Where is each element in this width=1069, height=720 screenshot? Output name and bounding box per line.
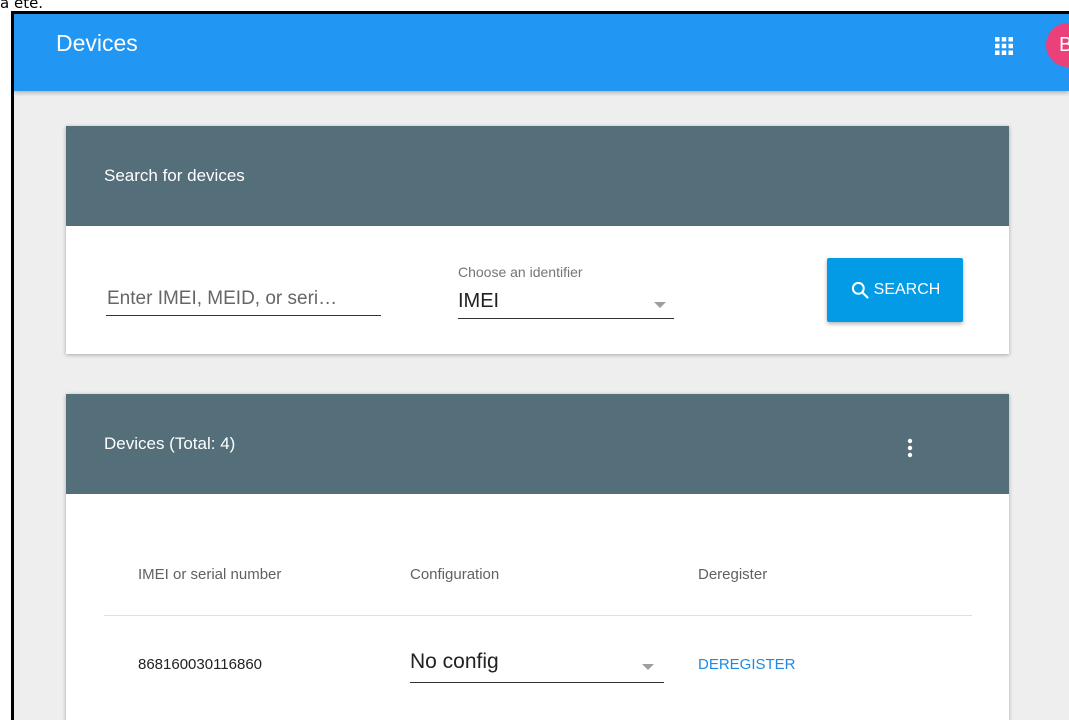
identifier-select-label: Choose an identifier bbox=[458, 264, 583, 280]
more-vert-icon[interactable] bbox=[898, 436, 922, 460]
configuration-select-value: No config bbox=[410, 650, 499, 673]
column-header-imei: IMEI or serial number bbox=[138, 566, 282, 583]
devices-card: Devices (Total: 4) IMEI or serial number… bbox=[66, 394, 1009, 720]
search-button[interactable]: SEARCH bbox=[827, 258, 963, 322]
search-card: Search for devices Choose an identifier … bbox=[66, 126, 1009, 354]
column-header-configuration: Configuration bbox=[410, 566, 500, 583]
devices-card-header: Devices (Total: 4) bbox=[66, 394, 1009, 494]
configuration-select[interactable]: No config bbox=[410, 644, 664, 683]
device-imei: 868160030116860 bbox=[138, 656, 263, 673]
user-avatar[interactable]: B bbox=[1046, 23, 1069, 67]
app-window: Devices B Search for devices Choose an i… bbox=[11, 11, 1069, 720]
devices-card-title: Devices (Total: 4) bbox=[104, 434, 236, 453]
identifier-select-value: IMEI bbox=[458, 290, 500, 312]
search-icon bbox=[851, 281, 869, 299]
dropdown-caret-icon bbox=[642, 664, 654, 670]
search-card-header: Search for devices bbox=[66, 126, 1009, 226]
dropdown-caret-icon bbox=[654, 302, 666, 308]
identifier-select[interactable]: IMEI bbox=[458, 288, 674, 319]
page-title: Devices bbox=[56, 30, 138, 56]
deregister-button[interactable]: DEREGISTER bbox=[698, 656, 796, 673]
search-card-body: Choose an identifier IMEI SEARCH bbox=[66, 226, 1009, 354]
column-header-deregister: Deregister bbox=[698, 566, 768, 583]
search-card-title: Search for devices bbox=[104, 166, 245, 185]
search-button-label: SEARCH bbox=[873, 281, 941, 298]
device-id-input[interactable] bbox=[106, 288, 381, 316]
table-divider bbox=[104, 615, 972, 616]
app-bar: Devices B bbox=[14, 14, 1069, 91]
apps-grid-icon[interactable] bbox=[992, 34, 1016, 58]
